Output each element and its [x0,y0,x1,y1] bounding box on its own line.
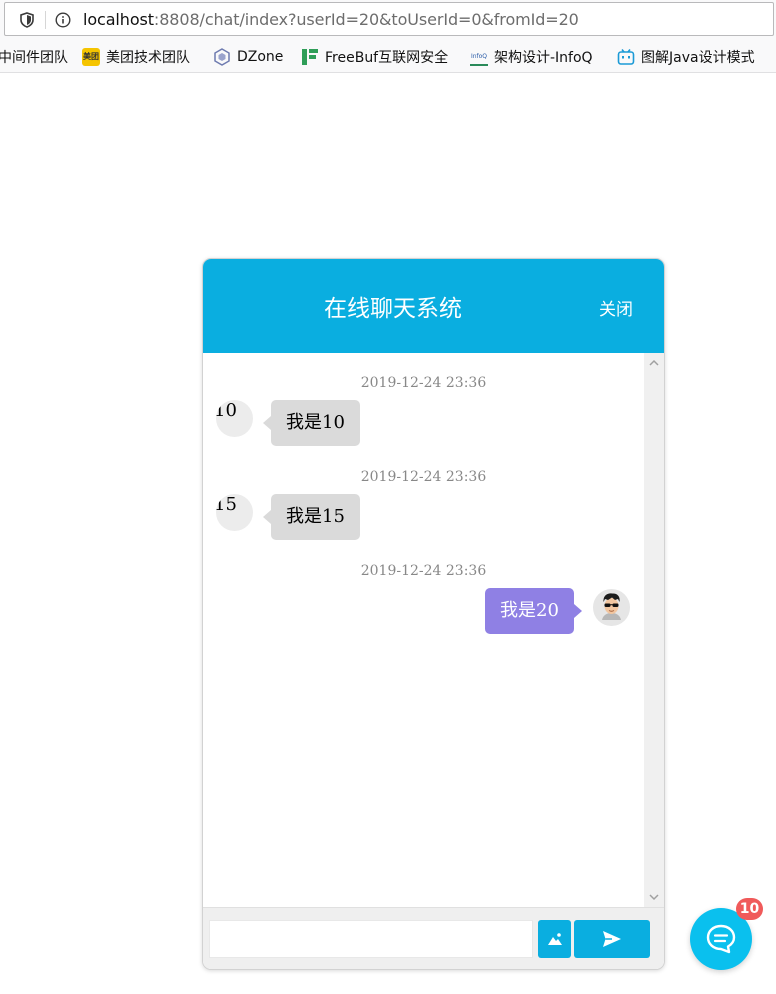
message-input[interactable] [209,920,533,958]
avatar-label: 10 [216,400,237,421]
avatar[interactable]: 10 [216,400,253,437]
image-icon [547,933,562,945]
send-icon [603,931,621,947]
bookmark-label: 中间件团队 [0,50,68,66]
shield-icon[interactable] [19,12,35,28]
bookmark-label: DZone [237,49,284,65]
dzone-icon [214,48,230,66]
url-host: localhost [83,10,154,29]
bookmark-label: 架构设计-InfoQ [494,50,593,66]
address-field[interactable]: localhost:8808/chat/index?userId=20&toUs… [4,2,774,36]
chat-title: 在线聊天系统 [324,296,462,322]
infoq-icon: InfoQ [470,48,488,66]
composer-bar [203,907,664,969]
url-text[interactable]: localhost:8808/chat/index?userId=20&toUs… [83,10,579,29]
message-scrollbar[interactable] [644,353,664,907]
chat-window: 在线聊天系统 关闭 2019-12-24 23:36 10 我是10 2019-… [202,258,665,970]
message-bubble-left: 我是10 [263,400,360,446]
bookmark-middleware-team[interactable]: 中间件团队 [0,47,68,67]
bookmark-infoq[interactable]: InfoQ 架构设计-InfoQ [470,47,593,67]
user-avatar-sunglasses[interactable] [593,589,630,626]
chevron-up-icon[interactable] [648,357,660,369]
freebuf-icon [302,49,318,65]
avatar-label: 15 [216,494,237,515]
message-list[interactable]: 2019-12-24 23:36 10 我是10 2019-12-24 23:3… [203,353,644,907]
message-bubble-left: 我是15 [263,494,360,540]
bookmark-dzone[interactable]: DZone [213,47,283,67]
bookmark-freebuf[interactable]: FreeBuf互联网安全 [301,47,448,67]
bookmark-label: 图解Java设计模式 [641,50,755,66]
bookmark-label: FreeBuf互联网安全 [325,50,449,66]
bookmark-meituan[interactable]: 美团 美团技术团队 [82,47,190,67]
message-timestamp: 2019-12-24 23:36 [360,375,487,391]
info-icon[interactable] [55,12,71,28]
url-separator [45,11,46,29]
chat-bubble-icon [706,924,736,954]
send-button[interactable] [574,920,650,958]
chat-header: 在线聊天系统 关闭 [203,259,664,353]
browser-url-bar: localhost:8808/chat/index?userId=20&toUs… [0,0,776,41]
meituan-icon: 美团 [82,48,100,66]
bilibili-icon [617,49,635,65]
chevron-down-icon[interactable] [648,891,660,903]
bookmark-java-design-patterns[interactable]: 图解Java设计模式 [617,47,755,67]
bookmarks-toolbar: 中间件团队 美团 美团技术团队 DZone FreeBuf互联网安全 InfoQ… [0,40,776,73]
avatar[interactable]: 15 [216,494,253,531]
close-button[interactable]: 关闭 [599,295,633,320]
message-timestamp: 2019-12-24 23:36 [360,469,487,485]
bookmark-label: 美团技术团队 [106,50,190,66]
url-path: :8808/chat/index?userId=20&toUserId=0&fr… [153,10,579,29]
unread-count-badge: 10 [736,898,763,920]
message-timestamp: 2019-12-24 23:36 [360,563,487,579]
message-bubble-right: 我是20 [485,588,582,634]
send-image-button[interactable] [538,920,571,958]
user-avatar-sunglasses-icon [593,589,630,626]
